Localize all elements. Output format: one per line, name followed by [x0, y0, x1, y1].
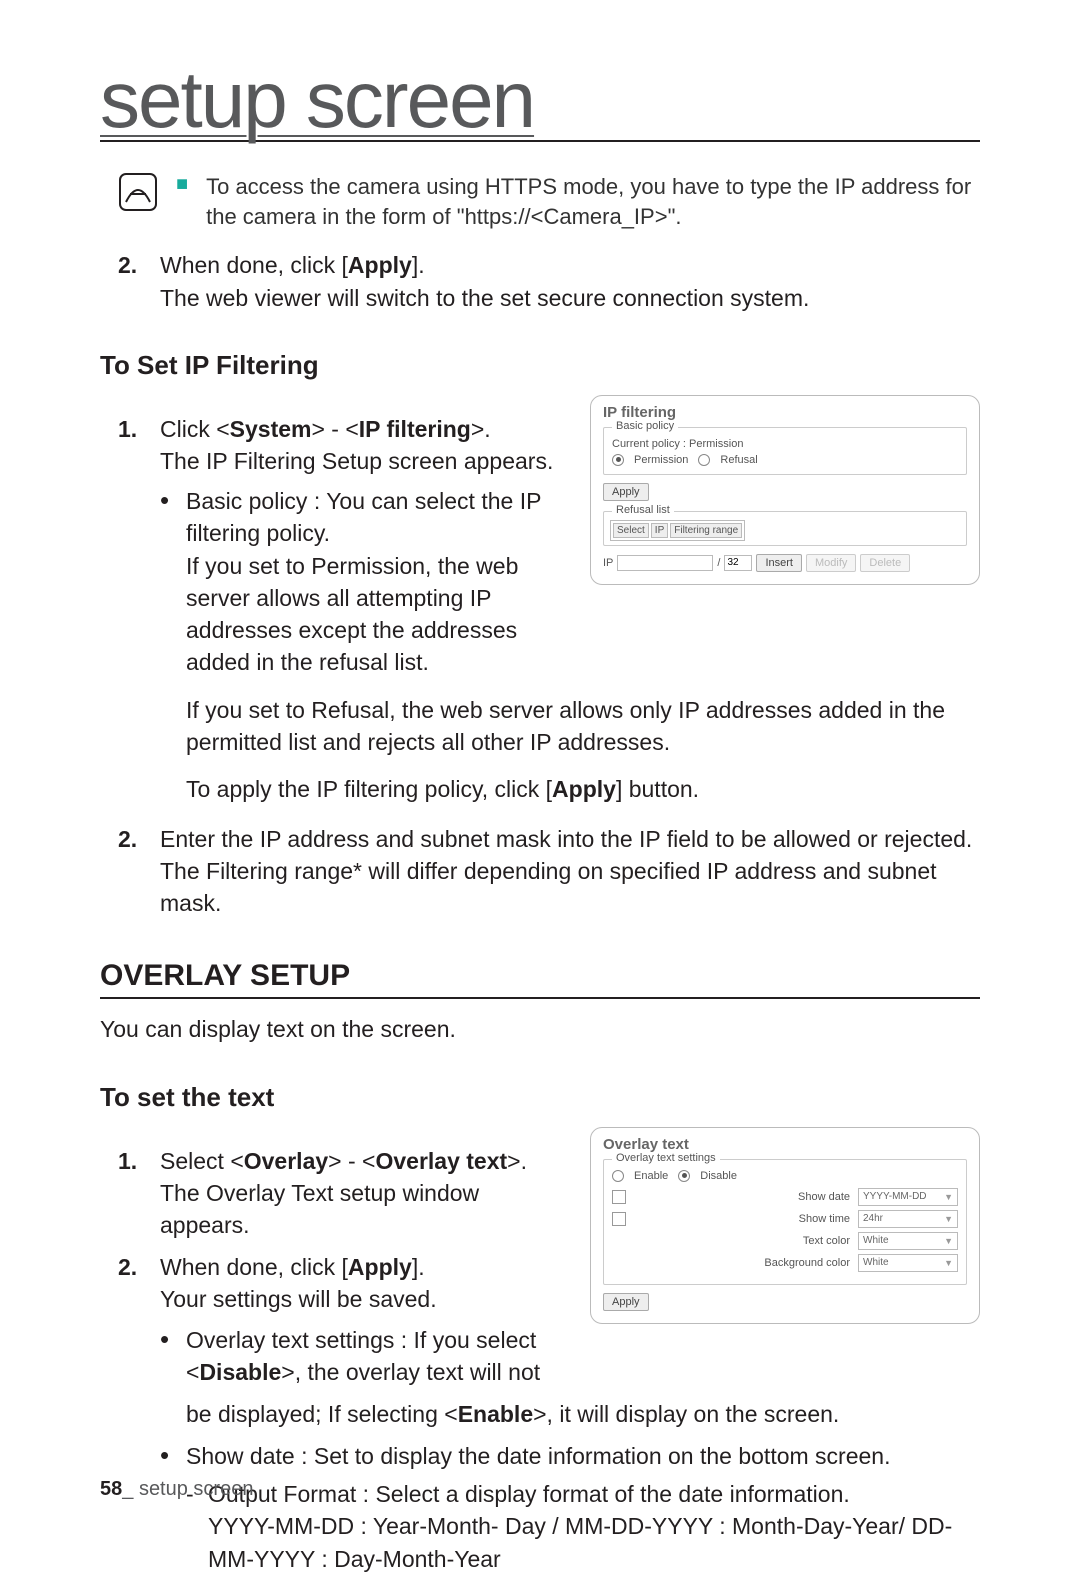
disable-label: Disable	[700, 1170, 737, 1182]
text-color-label: Text color	[632, 1235, 850, 1247]
page-heading: setup screen	[100, 60, 980, 142]
footer-label: setup screen	[139, 1478, 254, 1500]
overlay-settings-cont: be displayed; If selecting <Enable>, it …	[186, 1398, 980, 1430]
refusal-list-fieldset: Refusal list Select IP Filtering range	[603, 511, 967, 546]
ip-label: IP	[603, 557, 613, 569]
ip-step-2: Enter the IP address and subnet mask int…	[118, 823, 980, 920]
bullet-icon: ■	[176, 174, 188, 231]
show-time-checkbox[interactable]	[612, 1212, 626, 1226]
refusal-description: If you set to Refusal, the web server al…	[186, 694, 980, 758]
enable-radio[interactable]	[612, 1170, 624, 1182]
delete-button[interactable]: Delete	[860, 554, 910, 572]
refusal-list-legend: Refusal list	[612, 504, 674, 516]
apply-label: Apply	[348, 252, 412, 278]
refusal-radio[interactable]	[698, 454, 710, 466]
th-select: Select	[613, 523, 649, 538]
apply-description: To apply the IP filtering policy, click …	[186, 773, 980, 805]
ip-filtering-heading: To Set IP Filtering	[100, 350, 980, 381]
permission-radio[interactable]	[612, 454, 624, 466]
enable-label: Enable	[634, 1170, 668, 1182]
step-text-suffix: ].	[412, 252, 425, 278]
to-set-text-heading: To set the text	[100, 1082, 980, 1113]
current-policy: Current policy : Permission	[612, 438, 958, 450]
page-number: 58	[100, 1478, 122, 1500]
show-date-checkbox[interactable]	[612, 1190, 626, 1204]
refusal-label: Refusal	[720, 454, 757, 466]
chevron-down-icon: ▼	[944, 1192, 953, 1202]
dash-output-format: Output Format : Select a display format …	[186, 1478, 980, 1575]
page-footer: 58_ setup screen	[100, 1478, 253, 1501]
note-text: To access the camera using HTTPS mode, y…	[206, 172, 980, 231]
text-color-select[interactable]: White▼	[858, 1232, 958, 1250]
bullet-show-date: Show date : Set to display the date info…	[160, 1440, 980, 1575]
overlay-settings-fieldset: Overlay text settings Enable Disable Sho…	[603, 1159, 967, 1285]
panel-title: Overlay text	[603, 1136, 967, 1153]
insert-button[interactable]: Insert	[756, 554, 802, 572]
th-ip: IP	[651, 523, 668, 538]
modify-button[interactable]: Modify	[806, 554, 856, 572]
th-range: Filtering range	[670, 523, 742, 538]
show-date-select[interactable]: YYYY-MM-DD▼	[858, 1188, 958, 1206]
apply-button[interactable]: Apply	[603, 1293, 649, 1311]
show-time-select[interactable]: 24hr▼	[858, 1210, 958, 1228]
panel-title: IP filtering	[603, 404, 967, 421]
refusal-table: Select IP Filtering range	[610, 520, 745, 541]
basic-policy-legend: Basic policy	[612, 420, 678, 432]
permission-label: Permission	[634, 454, 688, 466]
chevron-down-icon: ▼	[944, 1214, 953, 1224]
ip-step-1: Click <System> - <IP filtering>. The IP …	[118, 413, 566, 679]
chevron-down-icon: ▼	[944, 1258, 953, 1268]
step-text: When done, click [	[160, 252, 348, 278]
show-date-label: Show date	[634, 1191, 850, 1203]
apply-button[interactable]: Apply	[603, 483, 649, 501]
note-block: ■ To access the camera using HTTPS mode,…	[118, 172, 980, 231]
cidr-input[interactable]	[724, 555, 752, 571]
note-icon	[118, 172, 158, 212]
overlay-settings-legend: Overlay text settings	[612, 1152, 720, 1164]
overlay-step-2: When done, click [Apply]. Your settings …	[118, 1251, 566, 1388]
chevron-down-icon: ▼	[944, 1236, 953, 1246]
https-step-2: When done, click [Apply]. The web viewer…	[118, 249, 980, 313]
ip-input[interactable]	[617, 555, 713, 571]
bg-color-label: Background color	[632, 1257, 850, 1269]
bg-color-select[interactable]: White▼	[858, 1254, 958, 1272]
footer-sep: _	[122, 1478, 139, 1500]
basic-policy-fieldset: Basic policy Current policy : Permission…	[603, 427, 967, 475]
overlay-intro: You can display text on the screen.	[100, 1013, 980, 1045]
bullet-overlay-settings: Overlay text settings : If you select <D…	[160, 1324, 566, 1388]
overlay-step-1: Select <Overlay> - <Overlay text>. The O…	[118, 1145, 566, 1242]
disable-radio[interactable]	[678, 1170, 690, 1182]
show-time-label: Show time	[634, 1213, 850, 1225]
step-text-line2: The web viewer will switch to the set se…	[160, 285, 809, 311]
overlay-text-panel: Overlay text Overlay text settings Enabl…	[590, 1127, 980, 1324]
overlay-setup-heading: OVERLAY SETUP	[100, 959, 980, 999]
bullet-basic-policy: Basic policy : You can select the IP fil…	[160, 485, 566, 678]
ip-filtering-panel: IP filtering Basic policy Current policy…	[590, 395, 980, 585]
